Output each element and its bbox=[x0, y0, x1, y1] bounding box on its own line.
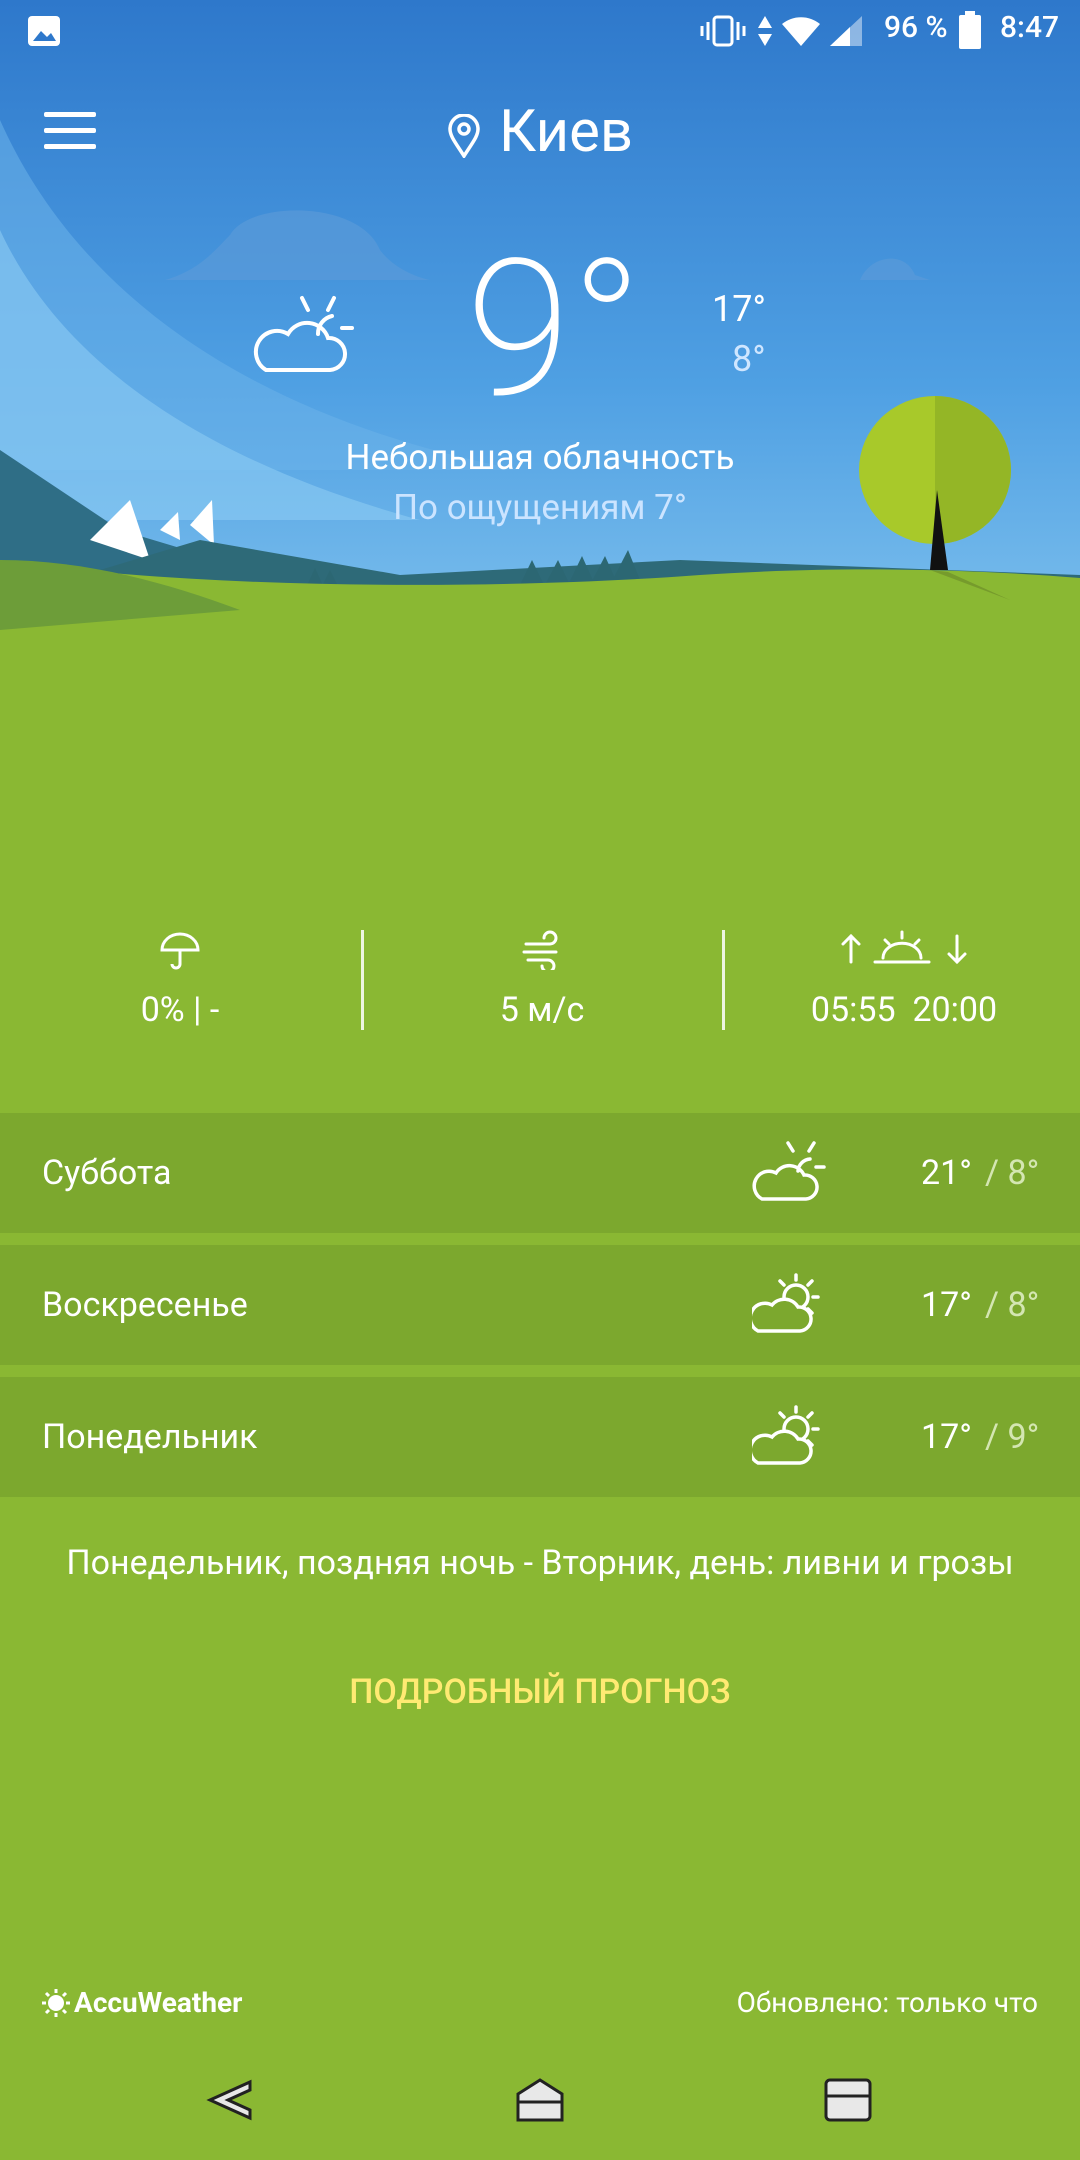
back-button[interactable] bbox=[206, 2074, 258, 2126]
home-button[interactable] bbox=[514, 2074, 566, 2126]
accuweather-sun-icon bbox=[42, 1989, 70, 2017]
wifi-icon bbox=[782, 17, 820, 46]
condition-text: Небольшая облачность bbox=[345, 437, 735, 478]
gallery-notification-icon bbox=[28, 16, 60, 46]
weather-outlook-text: Понедельник, поздняя ночь - Вторник, ден… bbox=[66, 1543, 1014, 1583]
forecast-low: / 8° bbox=[985, 1153, 1040, 1193]
city-name: Киев bbox=[498, 98, 633, 166]
precipitation-value: 0% | - bbox=[140, 990, 220, 1030]
umbrella-icon bbox=[160, 932, 200, 970]
location-pin-icon bbox=[448, 113, 480, 158]
location-header[interactable]: Киев bbox=[0, 98, 1080, 166]
cloud-sun-icon bbox=[253, 296, 354, 372]
cloud-sun-icon bbox=[752, 1141, 826, 1201]
current-temperature: 9° bbox=[466, 219, 643, 441]
brand-name: AccuWeather bbox=[74, 1986, 243, 2019]
sunrise-sunset-icon bbox=[841, 930, 967, 965]
detailed-forecast-link[interactable]: ПОДРОБНЫЙ ПРОГНОЗ bbox=[0, 1672, 1080, 1712]
forecast-row-monday[interactable]: Понедельник 17° / 9° bbox=[0, 1377, 1080, 1497]
wind-value: 5 м/с bbox=[499, 990, 585, 1030]
wind-icon bbox=[522, 930, 558, 970]
forecast-day: Понедельник bbox=[42, 1417, 258, 1457]
forecast-high: 21° bbox=[921, 1153, 972, 1193]
accuweather-logo[interactable]: AccuWeather bbox=[42, 1986, 242, 2019]
forecast-low: / 9° bbox=[985, 1417, 1040, 1457]
precipitation-stat: 0% | - bbox=[0, 930, 360, 1030]
updated-timestamp: Обновлено: только что bbox=[736, 1986, 1038, 2019]
forecast-high: 17° bbox=[921, 1417, 972, 1457]
sunrise-time: 05:55 bbox=[810, 990, 896, 1030]
data-transfer-icon bbox=[758, 16, 772, 46]
forecast-row-sunday[interactable]: Воскресенье 17° / 8° bbox=[0, 1245, 1080, 1365]
partly-sunny-icon bbox=[752, 1273, 820, 1333]
clock: 8:47 bbox=[1000, 10, 1060, 45]
cellular-signal-icon bbox=[830, 16, 862, 46]
forecast-high: 17° bbox=[921, 1285, 972, 1325]
forecast-day: Воскресенье bbox=[42, 1285, 248, 1325]
partly-sunny-icon bbox=[752, 1405, 820, 1465]
feels-like-text: По ощущениям 7° bbox=[393, 487, 687, 528]
battery-icon bbox=[959, 11, 981, 49]
battery-percent: 96 % bbox=[884, 10, 948, 45]
status-bar: 96 % 8:47 bbox=[0, 0, 1080, 64]
today-low: 8° bbox=[732, 338, 766, 380]
forecast-day: Суббота bbox=[42, 1153, 172, 1193]
forecast-low: / 8° bbox=[985, 1285, 1040, 1325]
wind-stat: 5 м/с bbox=[362, 930, 722, 1030]
vibrate-icon bbox=[700, 15, 746, 47]
recent-apps-button[interactable] bbox=[822, 2074, 874, 2126]
sun-times: 05:55 20:00 bbox=[724, 990, 1080, 1030]
sun-stat: 05:55 20:00 bbox=[724, 930, 1080, 1030]
forecast-row-saturday[interactable]: Суббота 21° / 8° bbox=[0, 1113, 1080, 1233]
today-high: 17° bbox=[712, 288, 766, 330]
sunset-time: 20:00 bbox=[912, 990, 998, 1030]
